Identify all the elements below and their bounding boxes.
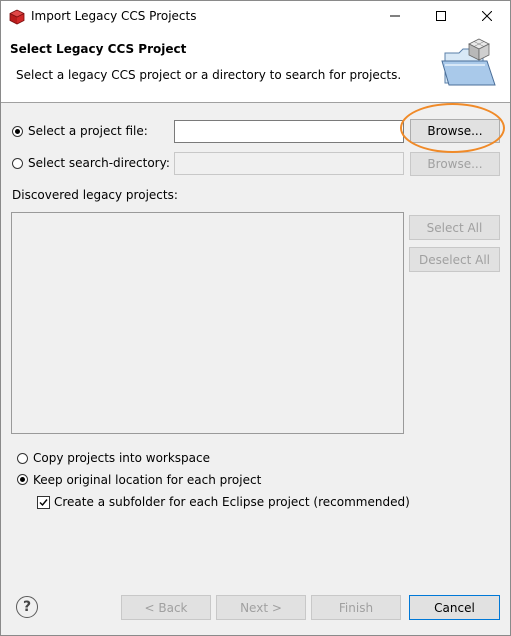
project-file-field[interactable] [174, 120, 404, 143]
discovered-projects-label: Discovered legacy projects: [12, 188, 178, 202]
help-icon[interactable]: ? [16, 596, 38, 618]
next-button[interactable]: Next > [216, 595, 306, 620]
search-directory-input[interactable] [175, 153, 403, 174]
back-button[interactable]: < Back [121, 595, 211, 620]
cancel-button[interactable]: Cancel [409, 595, 500, 620]
keep-original-location-label: Keep original location for each project [33, 473, 262, 487]
search-directory-field[interactable] [174, 152, 404, 175]
page-description: Select a legacy CCS project or a directo… [16, 68, 402, 82]
title-bar[interactable]: Import Legacy CCS Projects [1, 1, 510, 32]
project-file-input[interactable] [175, 121, 403, 142]
copy-into-workspace-radio[interactable] [17, 453, 28, 464]
maximize-button[interactable] [418, 1, 464, 32]
select-all-button[interactable]: Select All [409, 215, 500, 240]
keep-original-location-radio[interactable] [17, 474, 28, 485]
close-icon [481, 10, 493, 24]
project-file-label: Select a project file: [28, 124, 148, 138]
maximize-icon [436, 10, 446, 24]
help-glyph: ? [22, 599, 32, 615]
search-directory-radio[interactable] [12, 158, 23, 169]
import-dialog: Import Legacy CCS Projects Select Legacy… [0, 0, 511, 636]
deselect-all-button[interactable]: Deselect All [409, 247, 500, 272]
copy-into-workspace-label: Copy projects into workspace [33, 451, 211, 465]
ccs-cube-icon [9, 9, 25, 25]
search-directory-label: Select search-directory: [28, 156, 170, 170]
folder-import-wizard-icon [439, 35, 501, 97]
minimize-icon [390, 10, 400, 24]
finish-button[interactable]: Finish [311, 595, 401, 620]
project-file-radio[interactable] [12, 126, 23, 137]
wizard-header: Select Legacy CCS Project Select a legac… [1, 32, 510, 103]
create-subfolder-checkbox[interactable] [37, 496, 50, 509]
create-subfolder-label: Create a subfolder for each Eclipse proj… [54, 495, 410, 509]
checkmark-icon [39, 499, 48, 507]
close-button[interactable] [464, 1, 510, 32]
page-title: Select Legacy CCS Project [10, 42, 187, 56]
discovered-projects-list[interactable] [11, 212, 404, 434]
window-title: Import Legacy CCS Projects [31, 9, 197, 23]
browse-directory-button[interactable]: Browse... [410, 152, 500, 176]
browse-file-button[interactable]: Browse... [410, 119, 500, 143]
minimize-button[interactable] [372, 1, 418, 32]
